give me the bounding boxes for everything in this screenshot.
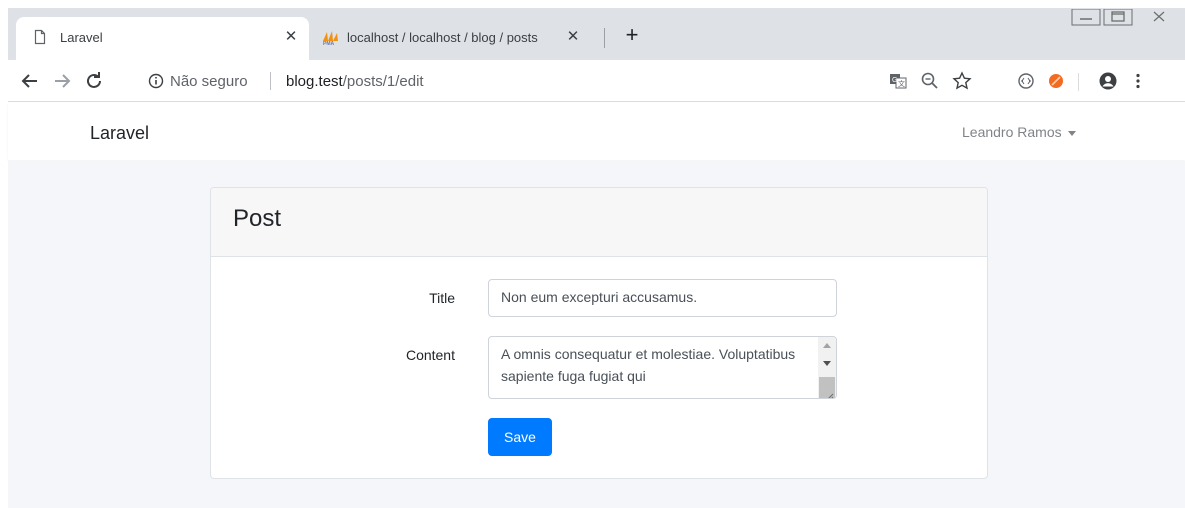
user-name: Leandro Ramos xyxy=(962,124,1062,140)
user-dropdown[interactable]: Leandro Ramos xyxy=(962,124,1076,140)
close-tab-icon[interactable]: ✕ xyxy=(283,28,299,46)
brand-link[interactable]: Laravel xyxy=(90,123,149,144)
tab-laravel[interactable]: Laravel ✕ xyxy=(16,17,309,60)
tab-separator xyxy=(604,28,605,48)
content-label: Content xyxy=(405,347,455,363)
scroll-up-icon[interactable] xyxy=(823,343,831,348)
browser-toolbar: Não seguro blog.test/posts/1/edit G文 xyxy=(8,60,1185,102)
forward-icon[interactable] xyxy=(50,69,74,93)
tab-title: localhost / localhost / blog / posts xyxy=(347,30,538,45)
zoom-icon[interactable] xyxy=(920,71,940,91)
info-icon[interactable] xyxy=(148,73,164,89)
card-title: Post xyxy=(233,205,282,232)
resize-handle-icon[interactable] xyxy=(824,386,834,398)
toolbar-divider xyxy=(1078,73,1079,91)
page-content: Post Title Non eum excepturi accusamus. … xyxy=(8,161,1185,508)
title-label: Title xyxy=(429,290,455,306)
card-header: Post xyxy=(211,188,987,257)
url-text[interactable]: blog.test/posts/1/edit xyxy=(286,73,424,90)
save-button[interactable]: Save xyxy=(488,418,552,456)
url-host: blog.test xyxy=(286,73,343,90)
window-controls xyxy=(1070,9,1182,27)
security-text[interactable]: Não seguro xyxy=(170,73,248,90)
extension-orange-icon[interactable] xyxy=(1046,71,1066,91)
plus-icon[interactable]: + xyxy=(620,24,644,48)
translate-icon[interactable]: G文 xyxy=(888,71,908,91)
post-card: Post Title Non eum excepturi accusamus. … xyxy=(210,187,988,479)
caret-down-icon xyxy=(1067,130,1076,136)
profile-icon[interactable] xyxy=(1098,71,1118,91)
extension-icon[interactable] xyxy=(1016,71,1036,91)
svg-text:文: 文 xyxy=(898,79,905,88)
page-icon xyxy=(32,29,48,45)
url-path: /posts/1/edit xyxy=(342,73,424,90)
svg-text:PMA: PMA xyxy=(323,41,335,45)
bookmark-star-icon[interactable] xyxy=(952,71,972,91)
content-textarea[interactable]: A omnis consequatur et molestiae. Volupt… xyxy=(488,336,837,399)
title-input[interactable]: Non eum excepturi accusamus. xyxy=(488,279,837,317)
svg-text:G: G xyxy=(892,77,897,84)
address-divider xyxy=(270,72,271,90)
more-menu-icon[interactable] xyxy=(1128,71,1148,91)
browser-window: Laravel ✕ PMA localhost / localhost / bl… xyxy=(0,0,1185,508)
scroll-down-icon[interactable] xyxy=(823,361,831,366)
phpmyadmin-icon: PMA xyxy=(321,29,338,47)
close-tab-icon[interactable]: ✕ xyxy=(565,28,581,46)
address-bar[interactable]: Não seguro blog.test/posts/1/edit xyxy=(138,65,1018,97)
tab-phpmyadmin[interactable]: PMA localhost / localhost / blog / posts… xyxy=(315,17,600,60)
back-icon[interactable] xyxy=(18,69,42,93)
tab-title: Laravel xyxy=(60,30,103,45)
tab-strip: Laravel ✕ PMA localhost / localhost / bl… xyxy=(8,8,1185,60)
app-navbar: Laravel Leandro Ramos xyxy=(8,103,1185,160)
reload-icon[interactable] xyxy=(82,69,106,93)
content-text: A omnis consequatur et molestiae. Volupt… xyxy=(501,346,796,384)
